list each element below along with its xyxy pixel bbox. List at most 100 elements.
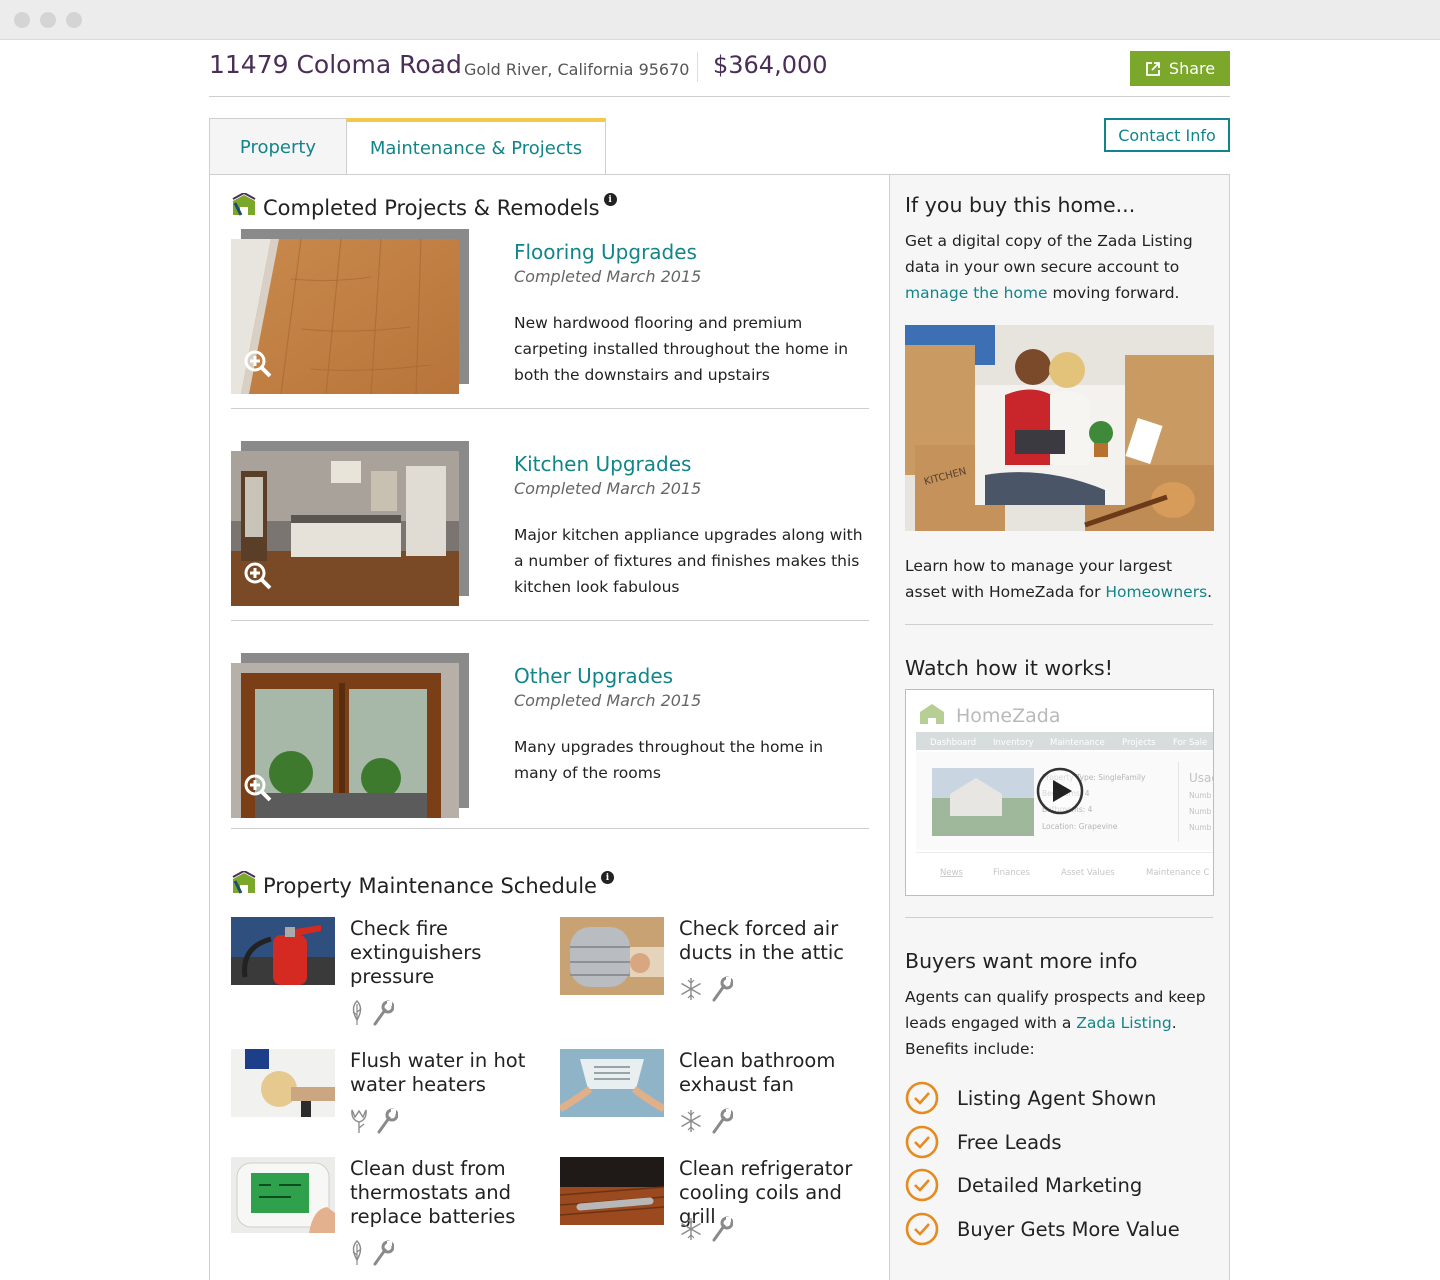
- video-nav-item: For Sale: [1173, 738, 1207, 748]
- task-label: Check forced air ducts in the attic: [679, 917, 845, 964]
- project-item: Other Upgrades Completed March 2015 Many…: [231, 653, 869, 834]
- project-title-other[interactable]: Other Upgrades: [514, 664, 673, 688]
- video-bottom-tab: News: [940, 868, 964, 878]
- projects-section-heading: Completed Projects & Remodels i: [231, 191, 617, 222]
- air-ducts-photo: [560, 917, 664, 995]
- window-close-dot[interactable]: [14, 12, 30, 28]
- exhaust-fan-photo: [560, 1049, 664, 1117]
- video-field-text: Location: Grapevine: [1042, 822, 1118, 831]
- homeowners-link[interactable]: Homeowners: [1105, 583, 1207, 601]
- maintenance-task[interactable]: Flush water in hot water heaters: [231, 1049, 541, 1169]
- divider: [231, 620, 869, 621]
- video-bottom-tab: Asset Values: [1061, 868, 1115, 878]
- check-circle-icon: [905, 1081, 939, 1115]
- refrigerator-coils-photo: [560, 1157, 664, 1225]
- header-divider: [697, 52, 698, 82]
- zada-listing-link[interactable]: Zada Listing: [1076, 1014, 1171, 1032]
- couple-moving-boxes-photo: KITCHEN: [905, 325, 1214, 531]
- snowflake-icon: [679, 977, 703, 1005]
- task-label: Flush water in hot water heaters: [350, 1049, 526, 1096]
- homezada-logo-icon: [231, 191, 257, 222]
- buyers-heading: Buyers want more info: [905, 949, 1138, 973]
- share-label: Share: [1168, 59, 1216, 78]
- buy-home-text: Get a digital copy of the Zada Listing d…: [905, 232, 1193, 302]
- maintenance-section-title: Property Maintenance Schedule: [263, 873, 597, 898]
- property-price: $364,000: [713, 51, 828, 79]
- zoom-in-icon[interactable]: [243, 561, 273, 595]
- benefit-item: Listing Agent Shown: [905, 1081, 1156, 1115]
- divider: [905, 624, 1213, 625]
- video-bottom-tab: Maintenance C: [1146, 868, 1209, 878]
- video-usage-title: Usag: [1189, 771, 1214, 785]
- manage-home-link[interactable]: manage the home: [905, 284, 1048, 302]
- benefit-item: Buyer Gets More Value: [905, 1212, 1180, 1246]
- tulip-icon: [350, 1108, 368, 1138]
- zoom-in-icon[interactable]: [243, 773, 273, 807]
- video-nav-item: Inventory: [993, 738, 1034, 748]
- info-icon[interactable]: i: [600, 871, 614, 884]
- contact-info-button[interactable]: Contact Info: [1104, 118, 1230, 152]
- project-date: Completed March 2015: [514, 267, 702, 286]
- benefit-label: Buyer Gets More Value: [957, 1217, 1180, 1241]
- maintenance-task[interactable]: Clean refrigerator cooling coils and gri…: [560, 1157, 870, 1277]
- project-image-stack[interactable]: [231, 653, 471, 819]
- projects-section-title: Completed Projects & Remodels: [263, 195, 600, 220]
- maintenance-task[interactable]: Clean dust from thermostats and replace …: [231, 1157, 541, 1277]
- video-bottom-tab: Finances: [993, 868, 1031, 878]
- check-circle-icon: [905, 1125, 939, 1159]
- share-icon: [1145, 61, 1161, 77]
- homezada-logo-icon: [231, 869, 257, 900]
- project-title-kitchen[interactable]: Kitchen Upgrades: [514, 452, 691, 476]
- project-image-stack[interactable]: [231, 229, 471, 395]
- video-usage-row: Numb: [1189, 807, 1212, 816]
- maintenance-task[interactable]: Check forced air ducts in the attic: [560, 917, 870, 1037]
- fire-extinguisher-photo: [231, 917, 335, 985]
- maintenance-task[interactable]: Check fire extinguishers pressure: [231, 917, 541, 1037]
- task-label: Check fire extinguishers pressure: [350, 917, 482, 988]
- divider: [905, 917, 1213, 918]
- video-nav-item: Projects: [1122, 738, 1156, 748]
- property-address: 11479 Coloma Road: [209, 50, 462, 79]
- video-nav-item: Dashboard: [930, 738, 976, 748]
- header-rule: [209, 96, 1230, 97]
- maintenance-task[interactable]: Clean bathroom exhaust fan: [560, 1049, 870, 1169]
- project-description: New hardwood flooring and premium carpet…: [514, 314, 849, 384]
- benefit-label: Detailed Marketing: [957, 1173, 1143, 1197]
- maintenance-section-heading: Property Maintenance Schedule i: [231, 869, 614, 900]
- project-date: Completed March 2015: [514, 691, 702, 710]
- how-it-works-video[interactable]: HomeZada Dashboard Inventory Maintenance…: [905, 689, 1214, 896]
- browser-titlebar: [0, 0, 1440, 40]
- wrench-icon: [711, 1108, 734, 1138]
- video-brand-text: HomeZada: [956, 705, 1060, 727]
- window-zoom-dot[interactable]: [66, 12, 82, 28]
- info-icon[interactable]: i: [603, 193, 617, 206]
- share-button[interactable]: Share: [1130, 51, 1230, 86]
- zoom-in-icon[interactable]: [243, 349, 273, 383]
- wrench-icon: [711, 1216, 734, 1246]
- benefit-label: Listing Agent Shown: [957, 1086, 1157, 1110]
- video-usage-row: Numb: [1189, 791, 1212, 800]
- learn-more-text: Learn how to manage your largest asset w…: [905, 557, 1213, 601]
- property-city: Gold River, California 95670: [464, 60, 690, 79]
- task-label: Clean bathroom exhaust fan: [679, 1049, 836, 1096]
- video-nav-item: Maintenance: [1050, 738, 1105, 748]
- thermostat-photo: [231, 1157, 335, 1233]
- tab-property[interactable]: Property: [209, 118, 347, 175]
- task-label: Clean dust from thermostats and replace …: [350, 1157, 516, 1228]
- tab-maintenance-projects[interactable]: Maintenance & Projects: [346, 118, 606, 175]
- benefit-label: Free Leads: [957, 1130, 1062, 1154]
- benefit-item: Free Leads: [905, 1125, 1062, 1159]
- project-image-stack[interactable]: [231, 441, 471, 607]
- check-circle-icon: [905, 1168, 939, 1202]
- watch-video-heading: Watch how it works!: [905, 656, 1113, 680]
- project-item: Flooring Upgrades Completed March 2015 N…: [231, 229, 869, 410]
- window-minimize-dot[interactable]: [40, 12, 56, 28]
- check-circle-icon: [905, 1212, 939, 1246]
- wrench-icon: [711, 976, 734, 1006]
- project-description: Major kitchen appliance upgrades along w…: [514, 526, 863, 596]
- project-title-flooring[interactable]: Flooring Upgrades: [514, 240, 697, 264]
- divider: [231, 828, 869, 829]
- video-usage-row: Numb: [1189, 823, 1212, 832]
- project-description: Many upgrades throughout the home in man…: [514, 738, 824, 782]
- wrench-icon: [376, 1108, 399, 1138]
